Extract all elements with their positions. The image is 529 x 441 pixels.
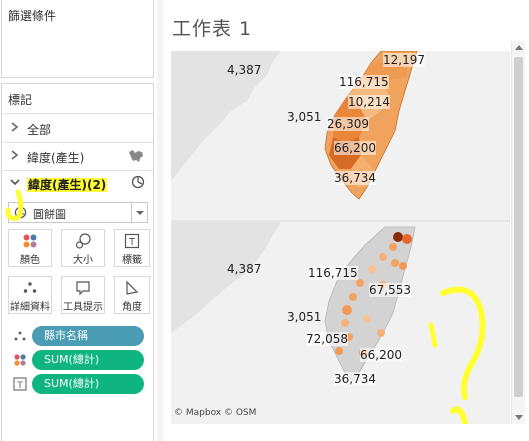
label-icon: T (124, 233, 140, 249)
color-icon (13, 353, 27, 367)
angle-button[interactable]: 角度 (114, 276, 150, 314)
filters-card[interactable]: 篩選條件 (1, 0, 154, 78)
map-icon (127, 148, 145, 167)
tooltip-button[interactable]: 工具提示 (61, 276, 105, 314)
divider (3, 170, 154, 171)
map-label: 4,387 (227, 63, 262, 77)
marks-row-all[interactable]: 全部 (2, 117, 153, 141)
chevron-down-icon[interactable] (131, 203, 147, 222)
map-label: 4,387 (227, 262, 262, 276)
scroll-down-icon[interactable] (515, 415, 523, 420)
marks-title: 標記 (8, 93, 33, 107)
scroll-up-icon[interactable] (515, 45, 523, 50)
sheet-title: 工作表 1 (172, 18, 253, 40)
map-label: 67,553 (369, 283, 411, 297)
marks-row-label: 緯度(產生)(2) (27, 178, 108, 192)
sum-total-color-pill[interactable]: SUM(總計) (32, 350, 144, 370)
color-button[interactable]: 顏色 (8, 229, 52, 267)
chevron-right-icon (9, 120, 21, 134)
map-label: 36,734 (334, 171, 376, 185)
divider (3, 113, 154, 114)
yellow-annotation (5, 189, 24, 221)
panel-gutter[interactable] (157, 0, 163, 441)
mark-type-value: 圓餅圖 (33, 208, 66, 221)
map-label: 72,058 (306, 332, 348, 346)
map-label: 10,214 (348, 95, 390, 109)
size-button[interactable]: 大小 (61, 229, 105, 267)
marks-row-label-wrap: 緯度(產生)(2) (27, 176, 108, 193)
marks-row-latitude[interactable]: 緯度(產生) (2, 145, 153, 169)
detail-icon (22, 280, 38, 296)
map-label: 3,051 (287, 110, 322, 124)
color-icon (22, 233, 38, 249)
county-name-pill[interactable]: 縣市名稱 (32, 326, 144, 346)
vertical-scrollbar[interactable] (511, 41, 525, 424)
sum-total-label-pill[interactable]: SUM(總計) (32, 374, 144, 394)
filters-title: 篩選條件 (8, 9, 57, 23)
chevron-right-icon (9, 148, 21, 162)
divider (3, 142, 154, 143)
map-label: 66,200 (360, 348, 402, 362)
chevron-down-icon (9, 175, 21, 189)
map-label: 26,309 (327, 117, 369, 131)
map-attribution[interactable]: © Mapbox © OSM (174, 408, 256, 418)
detail-button-label: 詳細資料 (10, 302, 50, 313)
scrollbar-thumb[interactable] (514, 57, 523, 397)
detail-button[interactable]: 詳細資料 (8, 276, 52, 314)
map-label: 12,197 (383, 53, 425, 67)
svg-text:T: T (128, 237, 136, 248)
detail-pill-row[interactable]: 縣市名稱 (2, 326, 155, 347)
marks-row-label: 全部 (27, 123, 52, 137)
label-button-label: 標籤 (122, 255, 142, 266)
label-button[interactable]: T 標籤 (114, 229, 150, 267)
pie-icon (131, 175, 145, 192)
angle-button-label: 角度 (122, 302, 142, 313)
color-pill-row[interactable]: SUM(總計) (2, 350, 155, 371)
tooltip-icon (75, 280, 91, 296)
yellow-annotation (428, 286, 486, 424)
tooltip-button-label: 工具提示 (63, 302, 103, 313)
label-pill-row[interactable]: T SUM(總計) (2, 374, 155, 395)
marks-row-label: 緯度(產生) (27, 151, 85, 165)
map-label: 116,715 (339, 75, 389, 89)
size-icon (75, 233, 91, 249)
size-button-label: 大小 (73, 255, 93, 266)
map-label: 66,200 (334, 141, 376, 155)
svg-text:T: T (16, 381, 23, 391)
map-view[interactable]: 12,197 4,387 116,715 10,214 3,051 26,309… (171, 51, 510, 424)
angle-icon (124, 280, 140, 296)
detail-icon (13, 329, 27, 343)
map-label: 3,051 (287, 310, 322, 324)
map-label: 36,734 (334, 372, 376, 386)
marks-card: 標記 全部 緯度(產生) 緯度(產生)(2) 圓餅圖 顏色 大小 T 標籤 詳細… (1, 83, 154, 441)
map-label: 116,715 (308, 266, 358, 280)
color-button-label: 顏色 (20, 255, 40, 266)
left-panel: 篩選條件 標記 全部 緯度(產生) 緯度(產生)(2) 圓餅圖 顏色 大小 T … (0, 0, 157, 441)
label-icon: T (13, 377, 27, 391)
